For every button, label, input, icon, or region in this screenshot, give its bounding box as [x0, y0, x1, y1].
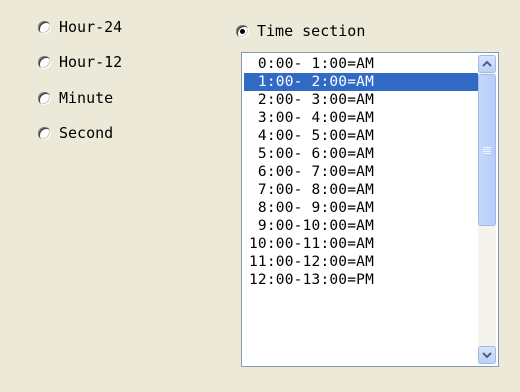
radio-button-circle[interactable]	[236, 24, 249, 38]
radio-label: Minute	[59, 89, 114, 107]
list-item[interactable]: 0:00- 1:00=AM	[244, 55, 478, 73]
scroll-thumb[interactable]	[478, 74, 496, 226]
radio-button-circle[interactable]	[38, 55, 51, 69]
radio-label: Hour-12	[59, 53, 123, 71]
list-item[interactable]: 5:00- 6:00=AM	[244, 145, 478, 163]
list-item[interactable]: 2:00- 3:00=AM	[244, 91, 478, 109]
radio-button-circle[interactable]	[38, 126, 51, 140]
radio-label: Second	[59, 124, 114, 142]
radio-hour-12[interactable]: Hour-12	[38, 53, 122, 71]
radio-time-section[interactable]: Time section	[236, 22, 365, 40]
list-item[interactable]: 3:00- 4:00=AM	[244, 109, 478, 127]
radio-button-circle[interactable]	[38, 91, 51, 105]
list-item[interactable]: 7:00- 8:00=AM	[244, 181, 478, 199]
list-item[interactable]: 12:00-13:00=PM	[244, 271, 478, 289]
scroll-down-button[interactable]	[478, 346, 496, 364]
list-item[interactable]: 11:00-12:00=AM	[244, 253, 478, 271]
list-item[interactable]: 10:00-11:00=AM	[244, 235, 478, 253]
chevron-down-icon	[482, 352, 492, 359]
list-item[interactable]: 8:00- 9:00=AM	[244, 199, 478, 217]
vertical-scrollbar[interactable]	[478, 55, 496, 364]
radio-label: Time section	[257, 22, 366, 40]
radio-label: Hour-24	[59, 18, 123, 36]
radio-hour-24[interactable]: Hour-24	[38, 18, 122, 36]
radio-minute[interactable]: Minute	[38, 89, 113, 107]
list-item[interactable]: 1:00- 2:00=AM	[244, 73, 478, 91]
radio-button-circle[interactable]	[38, 20, 51, 34]
scroll-up-button[interactable]	[478, 55, 496, 73]
time-section-list[interactable]: 0:00- 1:00=AM 1:00- 2:00=AM 2:00- 3:00=A…	[244, 55, 478, 289]
list-item[interactable]: 4:00- 5:00=AM	[244, 127, 478, 145]
chevron-up-icon	[482, 60, 492, 67]
list-item[interactable]: 9:00-10:00=AM	[244, 217, 478, 235]
time-section-listbox[interactable]: 0:00- 1:00=AM 1:00- 2:00=AM 2:00- 3:00=A…	[241, 52, 499, 367]
radio-second[interactable]: Second	[38, 124, 113, 142]
list-item[interactable]: 6:00- 7:00=AM	[244, 163, 478, 181]
grip-icon	[483, 146, 491, 154]
